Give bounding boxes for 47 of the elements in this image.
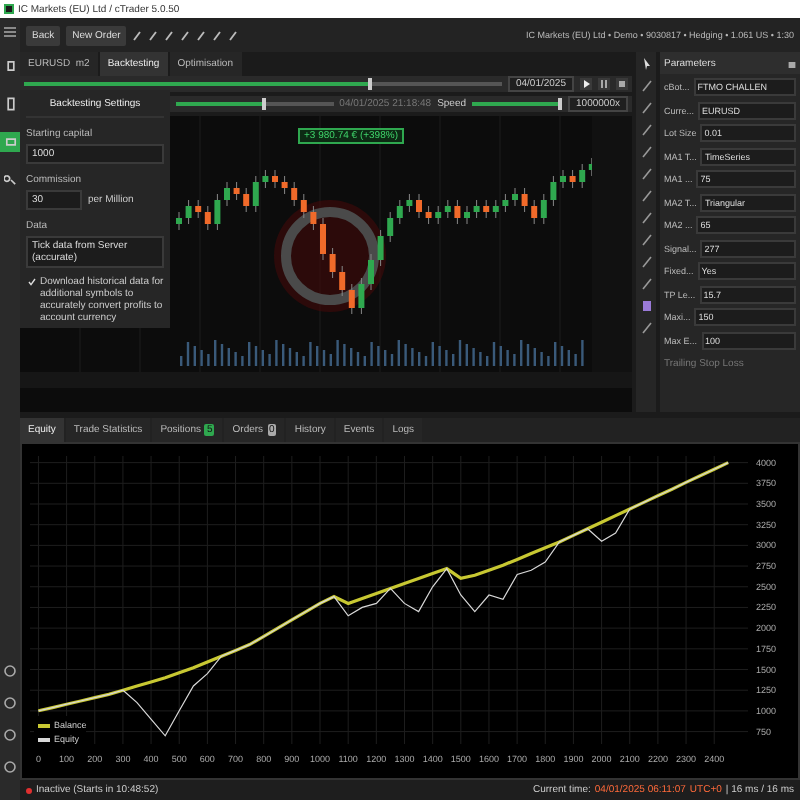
- search-icon: [3, 172, 17, 188]
- candle: [550, 175, 557, 207]
- candle: [310, 205, 317, 231]
- timeline-slider[interactable]: [24, 82, 502, 86]
- candle: [377, 229, 384, 267]
- candle: [281, 175, 288, 195]
- candle: [224, 181, 230, 207]
- status-dot-icon: [26, 787, 32, 793]
- candle: [358, 277, 365, 315]
- candle: [569, 169, 576, 189]
- candle: [272, 169, 278, 189]
- line-icon[interactable]: [641, 124, 651, 136]
- candle: [464, 205, 470, 225]
- candle: [368, 253, 374, 291]
- stop-button[interactable]: [616, 78, 628, 90]
- candle: [176, 211, 182, 231]
- line-icon[interactable]: [641, 190, 651, 202]
- candle: [406, 193, 413, 213]
- line-icon[interactable]: [641, 146, 651, 158]
- candle: [233, 181, 240, 201]
- screen-icon: [3, 134, 17, 150]
- candle: [214, 193, 221, 231]
- line-icon[interactable]: [641, 278, 651, 290]
- candle: [185, 199, 192, 225]
- sidebar-item[interactable]: [0, 170, 20, 190]
- candle: [425, 205, 432, 225]
- checkbox[interactable]: [26, 276, 36, 286]
- pause-button[interactable]: [598, 78, 610, 90]
- candle: [560, 169, 566, 189]
- candle: [512, 187, 518, 207]
- candle: [416, 193, 422, 219]
- document-icon: [3, 58, 17, 74]
- cursor-icon[interactable]: [641, 58, 651, 70]
- candle: [320, 217, 326, 261]
- candle: [473, 199, 480, 219]
- line-icon[interactable]: [641, 212, 651, 224]
- play-button[interactable]: [580, 78, 592, 90]
- candle: [521, 187, 528, 213]
- candle: [329, 247, 336, 279]
- candle: [262, 169, 269, 189]
- line-icon[interactable]: [641, 168, 651, 180]
- candle: [454, 199, 461, 225]
- menu-icon[interactable]: [4, 26, 16, 38]
- app-logo-icon: [4, 4, 14, 14]
- square-icon[interactable]: [641, 300, 651, 312]
- candle: [502, 193, 509, 213]
- line-icon[interactable]: [641, 102, 651, 114]
